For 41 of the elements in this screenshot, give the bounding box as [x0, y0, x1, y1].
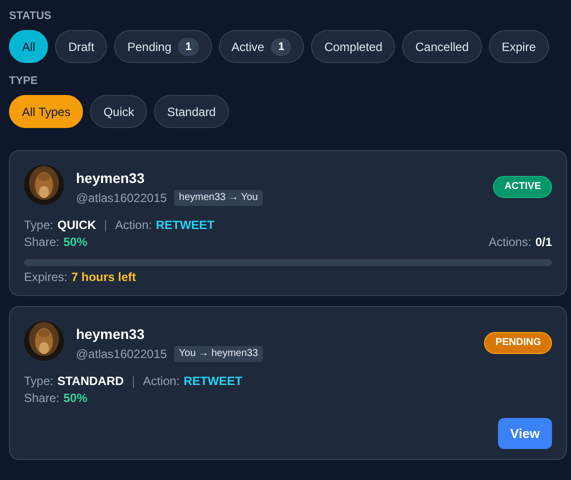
separator: | [132, 373, 135, 389]
actions-value: 0/1 [535, 234, 552, 250]
filter-chip[interactable]: All [9, 30, 48, 63]
type-value: STANDARD [57, 373, 124, 389]
share-value: 50% [63, 234, 88, 250]
filter-chip[interactable]: Expire [488, 30, 549, 63]
filter-chip[interactable]: Standard [154, 95, 229, 128]
actions-label: Actions: [488, 234, 532, 250]
action-label: Action: [142, 373, 180, 389]
filter-chip[interactable]: Quick [90, 95, 148, 128]
filter-chip[interactable]: Pending 1 [114, 30, 212, 63]
share-value: 50% [63, 390, 88, 406]
separator: | [104, 217, 108, 233]
view-button[interactable]: View [498, 418, 552, 449]
status-badge: ACTIVE [493, 176, 552, 198]
expires-label: Expires: [24, 269, 68, 285]
share-label: Share: [24, 390, 60, 406]
filter-chip[interactable]: All Types [9, 95, 84, 128]
user-handle: @atlas16022015 [76, 346, 167, 363]
type-value: QUICK [57, 217, 96, 233]
filter-chip[interactable]: Cancelled [402, 30, 482, 63]
direction-tag: heymen33 → You [174, 190, 263, 206]
user-name: heymen33 [76, 169, 146, 187]
count-badge: 1 [178, 38, 199, 56]
share-label: Share: [24, 234, 60, 250]
action-label: Action: [115, 217, 152, 233]
user-handle: @atlas16022015 [76, 190, 167, 207]
status-badge: PENDING [484, 332, 552, 354]
filter-chip[interactable]: Completed [311, 30, 396, 63]
user-name: heymen33 [76, 325, 146, 343]
filter-chip[interactable]: Draft [55, 30, 108, 63]
filter-chip[interactable]: Active 1 [218, 30, 304, 63]
section-label: STATUS [9, 10, 52, 22]
type-label: Type: [24, 217, 54, 233]
expires-value: 7 hours left [71, 269, 136, 285]
count-badge: 1 [271, 38, 292, 56]
direction-tag: You → heymen33 [174, 346, 264, 362]
section-label: TYPE [9, 75, 39, 87]
action-value: RETWEET [156, 217, 215, 233]
type-label: Type: [24, 373, 54, 389]
action-value: RETWEET [184, 373, 242, 389]
